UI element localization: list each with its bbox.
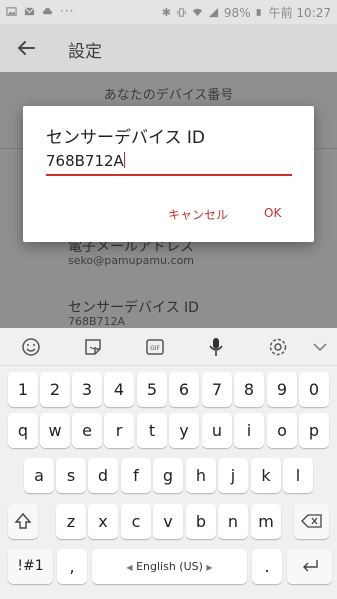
- key-2[interactable]: 2: [40, 372, 70, 407]
- space-bar[interactable]: ◀ English (US) ▶: [92, 549, 247, 584]
- sticker-icon[interactable]: [82, 336, 104, 358]
- key-y[interactable]: y: [169, 413, 199, 448]
- key-w[interactable]: w: [40, 413, 70, 448]
- collapse-icon[interactable]: [309, 336, 331, 358]
- settings-row-device-id-value: 768B712A: [68, 315, 126, 328]
- device-id-input-value: 768B712A: [46, 152, 124, 170]
- emoji-icon[interactable]: [20, 336, 42, 358]
- key-9[interactable]: 9: [267, 372, 297, 407]
- device-id-dialog: センサーデバイス ID 768B712A キャンセル OK: [23, 106, 314, 242]
- battery-percent: 98%: [223, 5, 251, 20]
- cloud-icon: [42, 7, 53, 14]
- wifi-icon: [192, 8, 203, 17]
- backspace-key[interactable]: [294, 504, 329, 539]
- symbols-key[interactable]: !#1: [8, 549, 53, 584]
- device-id-input[interactable]: 768B712A: [46, 152, 292, 176]
- back-arrow-icon[interactable]: [12, 34, 40, 62]
- key-x[interactable]: x: [88, 504, 118, 539]
- section-header: あなたのデバイス番号: [103, 88, 234, 103]
- key-f[interactable]: f: [121, 458, 151, 493]
- key-4[interactable]: 4: [104, 372, 134, 407]
- key-1[interactable]: 1: [8, 372, 38, 407]
- key-s[interactable]: s: [56, 458, 86, 493]
- backspace-icon: [300, 514, 322, 528]
- battery-icon: [256, 9, 261, 16]
- key-3[interactable]: 3: [72, 372, 102, 407]
- key-q[interactable]: q: [8, 413, 38, 448]
- status-bar: ··· ✱ 98% 午前 10:27: [0, 0, 337, 24]
- gmail-icon: [24, 6, 35, 15]
- key-7[interactable]: 7: [202, 372, 232, 407]
- mic-icon[interactable]: [205, 336, 227, 358]
- enter-key[interactable]: [287, 549, 332, 584]
- vibrate-icon: [177, 8, 186, 17]
- period-key[interactable]: .: [252, 549, 282, 584]
- gif-icon[interactable]: GIF: [144, 336, 166, 358]
- settings-row-device-id-title[interactable]: センサーデバイス ID: [68, 297, 199, 317]
- key-m[interactable]: m: [251, 504, 281, 539]
- image-icon: [6, 6, 17, 16]
- text-cursor: [123, 152, 125, 168]
- key-v[interactable]: v: [153, 504, 183, 539]
- bluetooth-icon: ✱: [161, 6, 171, 19]
- language-right-arrow-icon: ▶: [206, 563, 213, 572]
- enter-icon: [302, 560, 318, 572]
- key-j[interactable]: j: [218, 458, 248, 493]
- key-k[interactable]: k: [251, 458, 281, 493]
- key-i[interactable]: i: [234, 413, 264, 448]
- svg-text:GIF: GIF: [150, 345, 160, 352]
- key-e[interactable]: e: [72, 413, 102, 448]
- key-6[interactable]: 6: [169, 372, 199, 407]
- key-p[interactable]: p: [299, 413, 329, 448]
- keyboard: GIF 1 2 3 4 5 6 7 8 9 0 q w e r t y u i …: [0, 328, 337, 599]
- language-left-arrow-icon: ◀: [126, 563, 133, 572]
- key-g[interactable]: g: [153, 458, 183, 493]
- key-o[interactable]: o: [267, 413, 297, 448]
- cancel-button[interactable]: キャンセル: [168, 206, 228, 223]
- key-h[interactable]: h: [186, 458, 216, 493]
- key-0[interactable]: 0: [299, 372, 329, 407]
- key-t[interactable]: t: [137, 413, 167, 448]
- key-n[interactable]: n: [218, 504, 248, 539]
- key-u[interactable]: u: [202, 413, 232, 448]
- key-z[interactable]: z: [56, 504, 86, 539]
- key-d[interactable]: d: [88, 458, 118, 493]
- more-icon: ···: [60, 4, 75, 18]
- key-b[interactable]: b: [186, 504, 216, 539]
- key-a[interactable]: a: [24, 458, 54, 493]
- settings-row-email-value: seko@pamupamu.com: [68, 254, 195, 267]
- dialog-title: センサーデバイス ID: [46, 128, 205, 148]
- key-c[interactable]: c: [121, 504, 151, 539]
- key-r[interactable]: r: [104, 413, 134, 448]
- space-bar-label: English (US): [136, 560, 203, 573]
- keyboard-toolbar: GIF: [0, 328, 337, 366]
- key-l[interactable]: l: [283, 458, 313, 493]
- comma-key[interactable]: ,: [57, 549, 87, 584]
- signal-icon: [208, 7, 219, 18]
- page-title: 設定: [68, 42, 102, 62]
- settings-icon[interactable]: [267, 336, 289, 358]
- shift-icon: [14, 512, 32, 529]
- ok-button[interactable]: OK: [264, 206, 281, 220]
- clock: 午前 10:27: [268, 6, 331, 20]
- key-8[interactable]: 8: [234, 372, 264, 407]
- key-5[interactable]: 5: [137, 372, 167, 407]
- shift-key[interactable]: [8, 504, 38, 539]
- app-bar: 設定: [0, 24, 337, 72]
